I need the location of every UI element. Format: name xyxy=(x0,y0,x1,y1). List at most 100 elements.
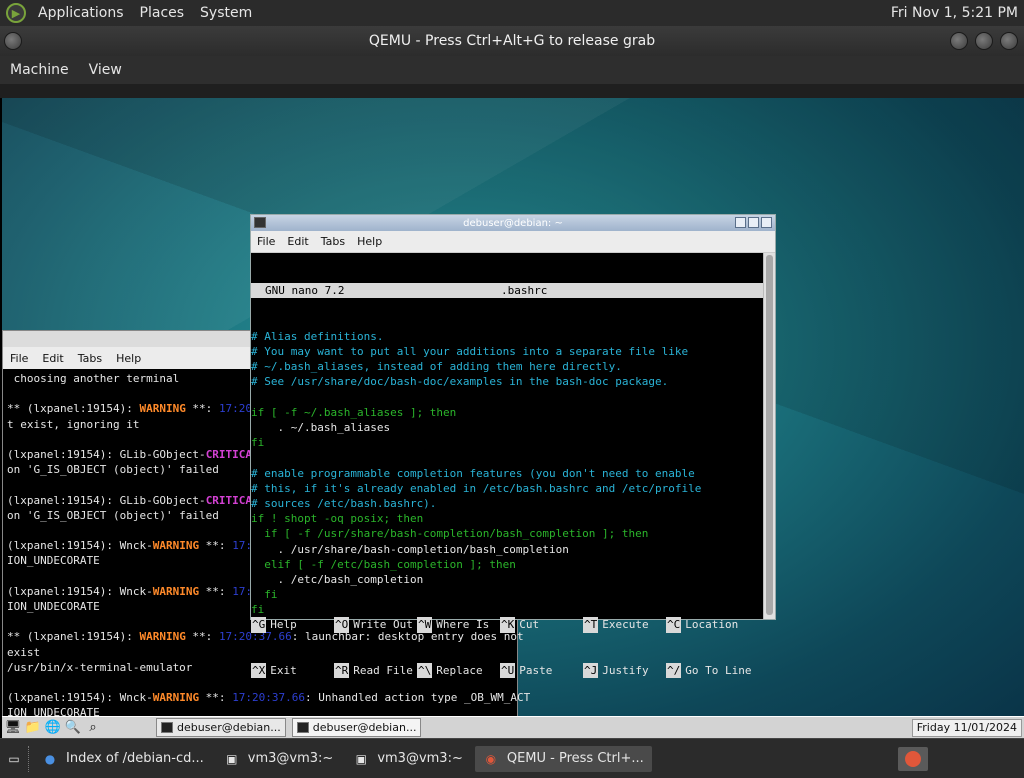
qemu-icon: ◉ xyxy=(485,751,497,766)
nano-editor[interactable]: GNU nano 7.2 .bashrc # Alias definitions… xyxy=(251,253,763,679)
front-terminal-titlebar[interactable]: debuser@debian: ~ xyxy=(251,215,775,231)
front-terminal-title: debuser@debian: ~ xyxy=(463,217,563,229)
edit-menu[interactable]: Edit xyxy=(35,352,70,365)
nano-shortcuts: ^G Help ^O Write Out ^W Where Is ^K Cut ^T Execut… xyxy=(251,587,763,709)
help-menu[interactable]: Help xyxy=(109,352,148,365)
tabs-menu[interactable]: Tabs xyxy=(71,352,109,365)
code-line: # You may want to put all your additions… xyxy=(251,345,689,359)
code-line: if ! shopt -oq posix; then xyxy=(251,512,424,526)
terminal-icon xyxy=(296,722,309,733)
show-desktop-icon[interactable]: 🖥 xyxy=(4,719,22,737)
shortcut-item[interactable]: ^U Paste xyxy=(500,663,583,679)
terminal-icon: ▣ xyxy=(355,751,367,766)
shortcut-key: ^C xyxy=(666,617,682,633)
host-task-qemu[interactable]: ◉ QEMU - Press Ctrl+... xyxy=(474,745,652,772)
shortcut-label: Paste xyxy=(519,664,553,677)
shortcut-label: Read File xyxy=(353,664,413,677)
machine-menu[interactable]: Machine xyxy=(0,62,79,78)
shortcut-label: Cut xyxy=(519,618,540,632)
files-icon[interactable]: 📁 xyxy=(24,719,42,737)
code-line: # this, if it's already enabled in /etc/… xyxy=(251,481,702,495)
shortcut-item[interactable]: ^G Help xyxy=(251,617,334,633)
window-menu-icon[interactable] xyxy=(4,32,22,50)
shortcut-label: Exit xyxy=(270,664,297,677)
minimize-icon[interactable] xyxy=(950,32,968,50)
shortcut-key: ^O xyxy=(334,617,350,633)
shortcut-item[interactable]: ^T Execute xyxy=(583,617,666,633)
shortcut-key: ^/ xyxy=(666,663,682,679)
close-icon[interactable] xyxy=(1000,32,1018,50)
shortcut-item[interactable]: ^/Go To Line xyxy=(666,663,752,679)
front-terminal-menubar: File Edit Tabs Help xyxy=(251,231,775,253)
shortcut-label: Replace xyxy=(436,664,483,677)
guest-clock[interactable]: Friday 11/01/2024 xyxy=(911,718,1022,737)
file-menu[interactable]: File xyxy=(3,352,35,365)
shortcut-item[interactable]: ^K Cut xyxy=(500,617,583,633)
globe-icon[interactable]: 🔍 xyxy=(64,719,82,737)
code-line: # ~/.bash_aliases, instead of adding the… xyxy=(251,360,622,374)
terminal-icon: ▣ xyxy=(226,751,238,766)
shortcut-label: Justify xyxy=(602,664,649,677)
shortcut-item[interactable]: ^\ Replace xyxy=(417,663,500,679)
shortcut-key: ^G xyxy=(251,617,267,633)
code-line: . /etc/bash_completion xyxy=(251,573,424,587)
help-menu[interactable]: Help xyxy=(351,235,388,248)
shortcut-label: Help xyxy=(270,618,297,632)
shortcut-key: ^U xyxy=(500,663,516,679)
code-line: # Alias definitions. xyxy=(251,329,384,343)
browser-icon[interactable]: 🌐 xyxy=(44,719,62,737)
host-clock[interactable]: Fri Nov 1, 5:21 PM xyxy=(891,5,1024,21)
front-terminal-window[interactable]: debuser@debian: ~ File Edit Tabs Help GN… xyxy=(250,214,776,679)
file-menu[interactable]: File xyxy=(251,235,281,248)
code-line: # enable programmable completion feature… xyxy=(251,466,695,480)
shortcut-row: ^X Exit ^R Read File ^\ Replace ^U Paste ^J Justi… xyxy=(251,663,763,679)
host-taskbar: ▭ ● Index of /debian-cd... ▣ vm3@vm3:~ ▣ vm… xyxy=(0,738,1024,778)
host-task-browser[interactable]: ● Index of /debian-cd... xyxy=(34,746,212,772)
host-top-panel: ▶ Applications Places System Fri Nov 1, … xyxy=(0,0,1024,26)
guest-task-terminal-2[interactable]: debuser@debian... xyxy=(291,718,422,737)
host-task-terminal-1[interactable]: ▣ vm3@vm3:~ xyxy=(216,746,342,772)
shortcut-row: ^G Help ^O Write Out ^W Where Is ^K Cut ^T Execut… xyxy=(251,617,763,633)
shortcut-label: Where Is xyxy=(436,618,490,632)
view-menu[interactable]: View xyxy=(79,62,132,78)
shortcut-item[interactable]: ^W Where Is xyxy=(417,617,500,633)
shortcut-key: ^K xyxy=(500,617,516,633)
applications-menu[interactable]: Applications xyxy=(30,5,132,21)
shortcut-item[interactable]: ^C Location xyxy=(666,617,749,633)
close-icon[interactable] xyxy=(761,217,772,228)
shortcut-item[interactable]: ^O Write Out xyxy=(334,617,417,633)
shortcut-key: ^R xyxy=(334,663,350,679)
qemu-menubar: Machine View xyxy=(0,56,1024,84)
shortcut-key: ^W xyxy=(417,617,433,633)
nano-header: GNU nano 7.2 .bashrc xyxy=(251,283,763,299)
code-line: # See /usr/share/doc/bash-doc/examples i… xyxy=(251,375,669,389)
code-line: elif [ -f /etc/bash_completion ]; then xyxy=(251,557,516,571)
debian-logo-icon[interactable]: ▶ xyxy=(6,3,26,23)
scrollbar-thumb[interactable] xyxy=(766,255,773,615)
shortcut-key: ^X xyxy=(251,663,267,679)
workspace-switcher-icon[interactable] xyxy=(898,746,928,771)
shortcut-label: Go To Line xyxy=(685,664,752,677)
guest-task-terminal-1[interactable]: debuser@debian... xyxy=(156,718,286,737)
places-menu[interactable]: Places xyxy=(132,5,193,21)
system-menu[interactable]: System xyxy=(192,5,260,21)
minimize-icon[interactable] xyxy=(735,217,746,228)
shortcut-item[interactable]: ^J Justify xyxy=(583,663,666,679)
guest-taskbar: 🖥 📁 🌐 🔍 ⌕ debuser@debian... debuser@debi… xyxy=(2,716,1024,738)
edit-menu[interactable]: Edit xyxy=(281,235,314,248)
shortcut-item[interactable]: ^X Exit xyxy=(251,663,334,679)
tabs-menu[interactable]: Tabs xyxy=(315,235,351,248)
qemu-titlebar[interactable]: QEMU - Press Ctrl+Alt+G to release grab xyxy=(0,26,1024,56)
search-icon[interactable]: ⌕ xyxy=(84,719,102,737)
shortcut-label: Execute xyxy=(602,618,649,632)
qemu-title-text: QEMU - Press Ctrl+Alt+G to release grab xyxy=(368,33,656,49)
shortcut-item[interactable]: ^R Read File xyxy=(334,663,417,679)
chromium-icon: ● xyxy=(44,751,56,766)
maximize-icon[interactable] xyxy=(748,217,759,228)
code-line: if [ -f /usr/share/bash-completion/bash_… xyxy=(251,527,649,541)
nano-scrollbar[interactable] xyxy=(763,253,775,619)
show-desktop-icon[interactable]: ▭ xyxy=(6,751,22,767)
host-task-terminal-2[interactable]: ▣ vm3@vm3:~ xyxy=(345,746,471,772)
maximize-icon[interactable] xyxy=(975,32,993,50)
